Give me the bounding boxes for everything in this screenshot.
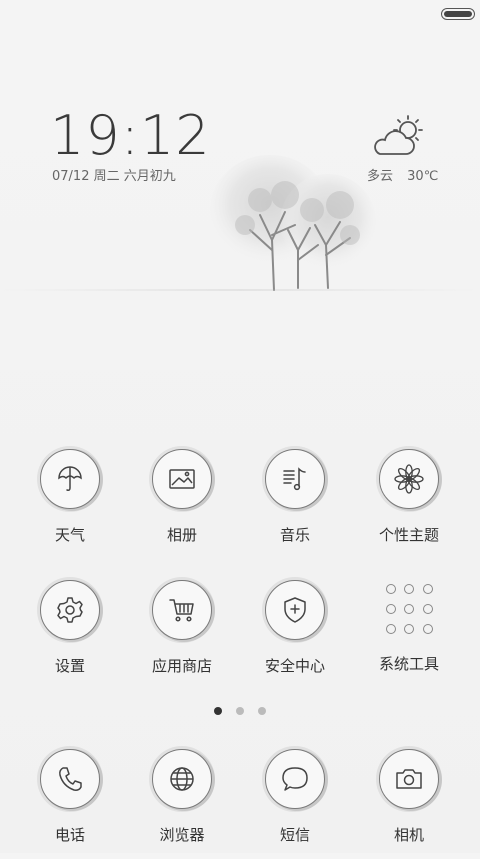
app-label: 音乐 xyxy=(279,526,310,544)
app-phone[interactable]: 电话 xyxy=(20,749,120,845)
horizon-line xyxy=(0,289,480,291)
app-weather[interactable]: 天气 xyxy=(20,449,120,545)
app-row-1: 天气 相册 音乐 个性主题 xyxy=(0,449,480,559)
app-music[interactable]: 音乐 xyxy=(245,449,345,545)
app-label: 电话 xyxy=(54,826,85,844)
app-label: 应用商店 xyxy=(151,657,212,675)
app-label: 相机 xyxy=(393,826,424,844)
clock-time[interactable]: 19:12 xyxy=(50,104,211,167)
app-label: 个性主题 xyxy=(378,526,439,544)
app-row-2: 设置 应用商店 安全中心 系统工具 xyxy=(0,580,480,690)
page-dot-3[interactable] xyxy=(258,707,266,715)
battery-fill xyxy=(444,11,472,17)
app-system-tools[interactable]: 系统工具 xyxy=(359,580,459,674)
music-icon[interactable] xyxy=(265,449,325,509)
wallpaper-trees xyxy=(200,140,390,300)
folder-grid-icon[interactable] xyxy=(380,580,438,638)
app-store[interactable]: 应用商店 xyxy=(132,580,232,676)
page-indicator[interactable] xyxy=(0,700,480,719)
partly-cloudy-icon[interactable] xyxy=(370,112,430,160)
dock: 电话 浏览器 短信 相机 xyxy=(0,749,480,859)
battery-icon xyxy=(441,8,475,20)
weather-condition: 多云 xyxy=(367,169,394,184)
app-label: 系统工具 xyxy=(378,655,439,673)
app-label: 短信 xyxy=(279,826,310,844)
phone-icon[interactable] xyxy=(40,749,100,809)
app-label: 安全中心 xyxy=(264,657,325,675)
weather-summary[interactable]: 多云 30℃ xyxy=(367,165,438,184)
app-label: 浏览器 xyxy=(159,826,205,844)
app-messages[interactable]: 短信 xyxy=(245,749,345,845)
app-browser[interactable]: 浏览器 xyxy=(132,749,232,845)
clock-date[interactable]: 07/12 周二 六月初九 xyxy=(52,165,176,184)
app-label: 天气 xyxy=(54,526,85,544)
app-camera[interactable]: 相机 xyxy=(359,749,459,845)
page-dot-1[interactable] xyxy=(214,707,222,715)
app-gallery[interactable]: 相册 xyxy=(132,449,232,545)
flower-icon[interactable] xyxy=(379,449,439,509)
cart-icon[interactable] xyxy=(152,580,212,640)
globe-icon[interactable] xyxy=(152,749,212,809)
umbrella-icon[interactable] xyxy=(40,449,100,509)
app-themes[interactable]: 个性主题 xyxy=(359,449,459,545)
weather-temperature: 30℃ xyxy=(407,169,439,184)
message-icon[interactable] xyxy=(265,749,325,809)
app-label: 相册 xyxy=(166,526,197,544)
app-security[interactable]: 安全中心 xyxy=(245,580,345,676)
shield-icon[interactable] xyxy=(265,580,325,640)
page-dot-2[interactable] xyxy=(236,707,244,715)
gear-icon[interactable] xyxy=(40,580,100,640)
app-label: 设置 xyxy=(54,657,85,675)
gallery-icon[interactable] xyxy=(152,449,212,509)
camera-icon[interactable] xyxy=(379,749,439,809)
app-settings[interactable]: 设置 xyxy=(20,580,120,676)
